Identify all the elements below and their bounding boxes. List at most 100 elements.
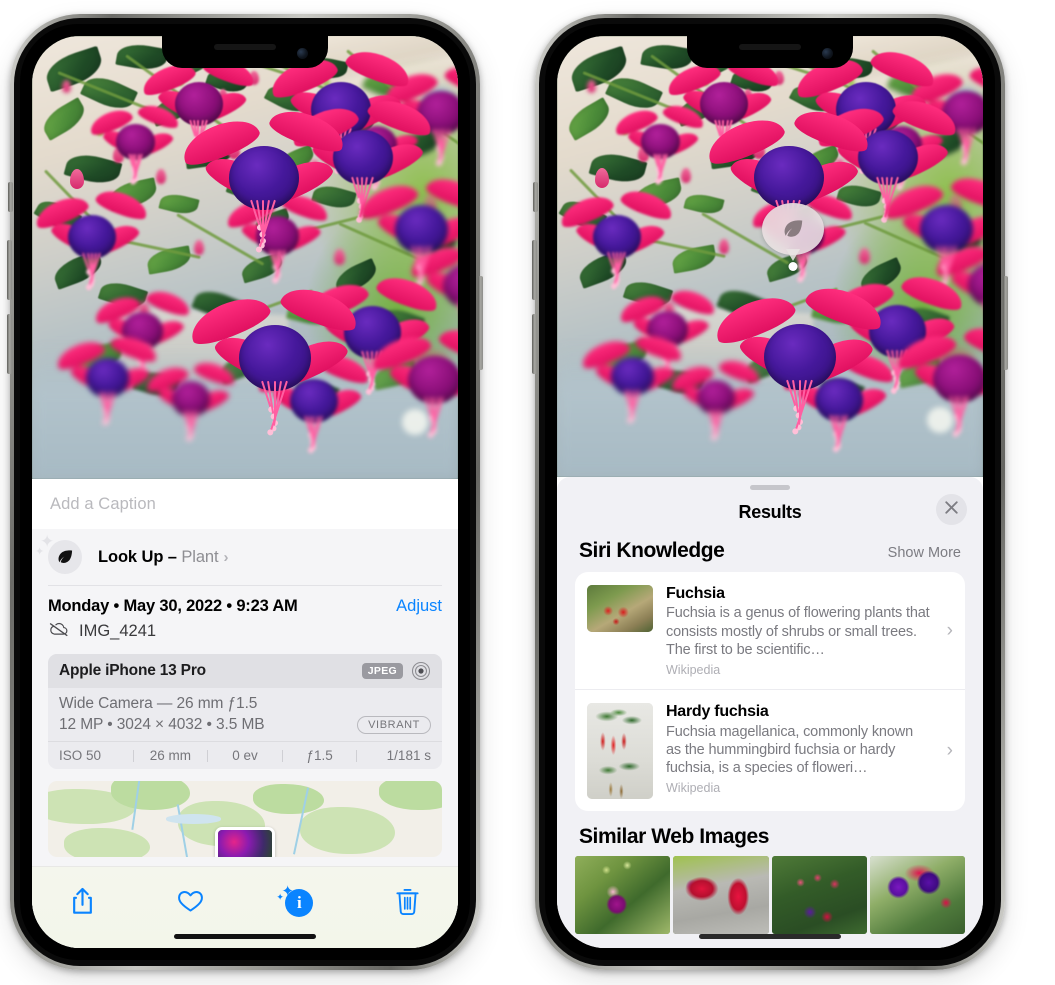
volume-down-button[interactable] [532, 314, 537, 374]
chevron-right-icon: › [223, 548, 229, 566]
exif-ev: 0 ev [232, 748, 258, 763]
siri-knowledge-card: Fuchsia Fuchsia is a genus of flowering … [575, 572, 965, 812]
lens-description: Wide Camera — 26 mm ƒ1.5 [59, 695, 258, 712]
chevron-right-icon: › [946, 619, 953, 641]
result-description: Fuchsia magellanica, commonly known as t… [666, 723, 913, 777]
exif-shutter: 1/181 s [386, 748, 431, 763]
location-map[interactable] [48, 781, 442, 857]
photo-element [368, 320, 458, 441]
photo-viewer[interactable] [32, 36, 458, 479]
web-image-4[interactable] [869, 856, 965, 935]
result-source: Wikipedia [666, 663, 721, 678]
web-image-2[interactable] [673, 856, 769, 935]
flower-stamen [982, 300, 983, 320]
caption-input[interactable]: Add a Caption [50, 495, 156, 514]
camera-model: Apple iPhone 13 Pro [59, 662, 206, 679]
earpiece-speaker [739, 44, 801, 50]
photo-element [176, 98, 351, 258]
sparkle-small-icon: ✦ [276, 892, 284, 902]
phone-left-screen: Add a Caption ✦ ✦ Look Up – Plant › Mond… [32, 36, 458, 948]
exif-iso: ISO 50 [59, 748, 102, 763]
lens-icon [411, 661, 431, 681]
sparkle-icon: ✦ [40, 532, 55, 551]
close-icon [944, 500, 959, 520]
earpiece-speaker [214, 44, 276, 50]
notch [687, 36, 853, 68]
results-sheet: Results Siri Knowledge Show More Fuchsia… [557, 477, 983, 948]
share-icon [69, 886, 96, 921]
photo-element [185, 275, 365, 440]
camera-info-card: Apple iPhone 13 Pro JPEG Wide Camera — 2… [48, 654, 442, 769]
photo-metadata: Monday • May 30, 2022 • 9:23 AM Adjust I… [32, 586, 458, 642]
photo-element [586, 80, 596, 94]
front-camera-icon [297, 48, 308, 59]
notch [162, 36, 328, 68]
result-thumbnail [587, 703, 653, 800]
show-more-button[interactable]: Show More [888, 545, 961, 561]
exif-row: ISO 50 26 mm 0 ev ƒ1.5 1/181 s [48, 741, 442, 769]
bubble-anchor-dot [788, 262, 798, 271]
home-indicator[interactable] [174, 934, 316, 939]
power-button[interactable] [1003, 276, 1008, 370]
look-up-row[interactable]: ✦ ✦ Look Up – Plant › [32, 529, 458, 585]
result-title: Fuchsia [666, 585, 725, 602]
photo-element [53, 328, 161, 427]
similar-web-images-row [557, 856, 983, 935]
trash-icon [394, 886, 421, 921]
results-title: Results [738, 501, 802, 522]
look-up-title: Look Up – [98, 547, 182, 566]
web-image-1[interactable] [575, 856, 671, 935]
leaf-icon [762, 203, 824, 255]
look-up-label: Look Up – Plant › [98, 548, 228, 567]
bubble-tail [786, 249, 800, 261]
photo-element [557, 182, 677, 292]
image-size: 12 MP • 3024 × 4032 • 3.5 MB [59, 716, 265, 733]
result-source: Wikipedia [666, 781, 721, 796]
info-button[interactable]: ✦ ✦ i [276, 883, 319, 923]
photographic-style-badge: VIBRANT [357, 716, 431, 734]
home-indicator[interactable] [699, 934, 841, 939]
close-button[interactable] [936, 494, 967, 525]
sparkle-small-icon: ✦ [35, 546, 45, 558]
silent-switch[interactable] [8, 182, 13, 212]
caption-row[interactable]: Add a Caption [32, 479, 458, 529]
phone-right: Results Siri Knowledge Show More Fuchsia… [532, 14, 1008, 970]
volume-up-button[interactable] [7, 240, 12, 300]
leaf-icon: ✦ ✦ [35, 533, 82, 574]
result-thumbnail [587, 585, 653, 632]
web-image-3[interactable] [771, 856, 867, 935]
section-title-siri-knowledge: Siri Knowledge [579, 539, 725, 562]
flower-stamen [457, 300, 458, 321]
photo-location-pin[interactable] [215, 827, 275, 857]
photo-element [710, 274, 890, 439]
share-button[interactable] [62, 883, 102, 923]
front-camera-icon [822, 48, 833, 59]
photo-viewer[interactable] [557, 36, 983, 477]
results-header: Results [557, 490, 983, 534]
photo-info-sheet: ✦ ✦ Look Up – Plant › Monday • May 30, 20… [32, 529, 458, 948]
volume-up-button[interactable] [532, 240, 537, 300]
phone-right-screen: Results Siri Knowledge Show More Fuchsia… [557, 36, 983, 948]
exif-focal: 26 mm [149, 748, 192, 763]
silent-switch[interactable] [533, 182, 538, 212]
list-item[interactable]: Fuchsia Fuchsia is a genus of flowering … [575, 572, 965, 689]
cloud-slash-icon [48, 621, 70, 642]
similar-web-images-header: Similar Web Images [557, 811, 983, 856]
adjust-button[interactable]: Adjust [396, 597, 442, 616]
exif-aperture: ƒ1.5 [306, 748, 333, 763]
file-name: IMG_4241 [79, 622, 157, 640]
chevron-right-icon: › [946, 739, 953, 761]
delete-button[interactable] [388, 883, 428, 923]
info-glyph: i [296, 893, 302, 912]
favorite-button[interactable] [171, 883, 211, 923]
visual-look-up-bubble[interactable] [762, 203, 824, 271]
list-item[interactable]: Hardy fuchsia Fuchsia magellanica, commo… [575, 689, 965, 811]
siri-knowledge-header: Siri Knowledge Show More [557, 534, 983, 572]
look-up-subject: Plant [181, 547, 219, 566]
photo-element [893, 318, 983, 439]
phone-left: Add a Caption ✦ ✦ Look Up – Plant › Mond… [7, 14, 483, 970]
power-button[interactable] [478, 276, 483, 370]
volume-down-button[interactable] [7, 314, 12, 374]
section-title-similar-web-images: Similar Web Images [579, 825, 769, 849]
photo-element [32, 182, 152, 292]
